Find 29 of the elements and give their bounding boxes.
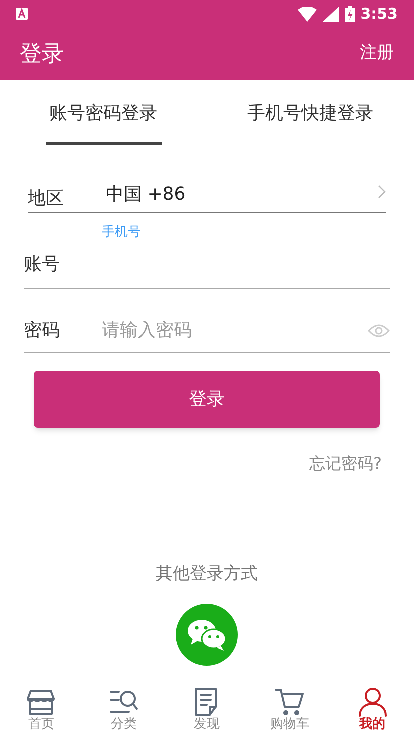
floating-label: 手机号: [102, 224, 142, 242]
region-label: 地区: [28, 187, 65, 211]
nav-tab[interactable]: 分类: [82, 687, 166, 733]
battery-icon: [344, 6, 355, 22]
user-icon: [358, 687, 388, 717]
login-button[interactable]: 登录: [34, 371, 380, 428]
login-tab[interactable]: 账号密码登录: [46, 80, 162, 145]
chat-bubbles-icon: [187, 618, 227, 652]
eye-icon[interactable]: [368, 324, 390, 338]
page-title: 登录: [20, 40, 64, 68]
wifi-icon: [298, 6, 317, 22]
login-tab[interactable]: 手机号快捷登录: [244, 80, 378, 145]
nav-tab[interactable]: 我的: [331, 687, 414, 733]
cart-icon: [274, 687, 305, 717]
region-selector[interactable]: 中国 +86: [106, 181, 378, 208]
account-label: 账号: [24, 253, 61, 277]
status-time: 3:53: [360, 4, 398, 25]
nav-tab[interactable]: 首页: [0, 687, 83, 733]
nav-tab[interactable]: 发现: [166, 687, 248, 733]
forgot-password-link[interactable]: 忘记密码?: [310, 452, 382, 476]
store-icon: [26, 687, 56, 717]
signal-icon: [322, 6, 339, 22]
register-button[interactable]: 注册: [360, 41, 394, 67]
password-label: 密码: [24, 319, 61, 343]
app-notification-icon: [16, 8, 28, 20]
other-login-label: 其他登录方式: [156, 563, 258, 586]
nav-tab[interactable]: 购物车: [248, 687, 332, 733]
chevron-right-icon: [378, 185, 386, 199]
password-field[interactable]: 请输入密码: [102, 317, 368, 344]
